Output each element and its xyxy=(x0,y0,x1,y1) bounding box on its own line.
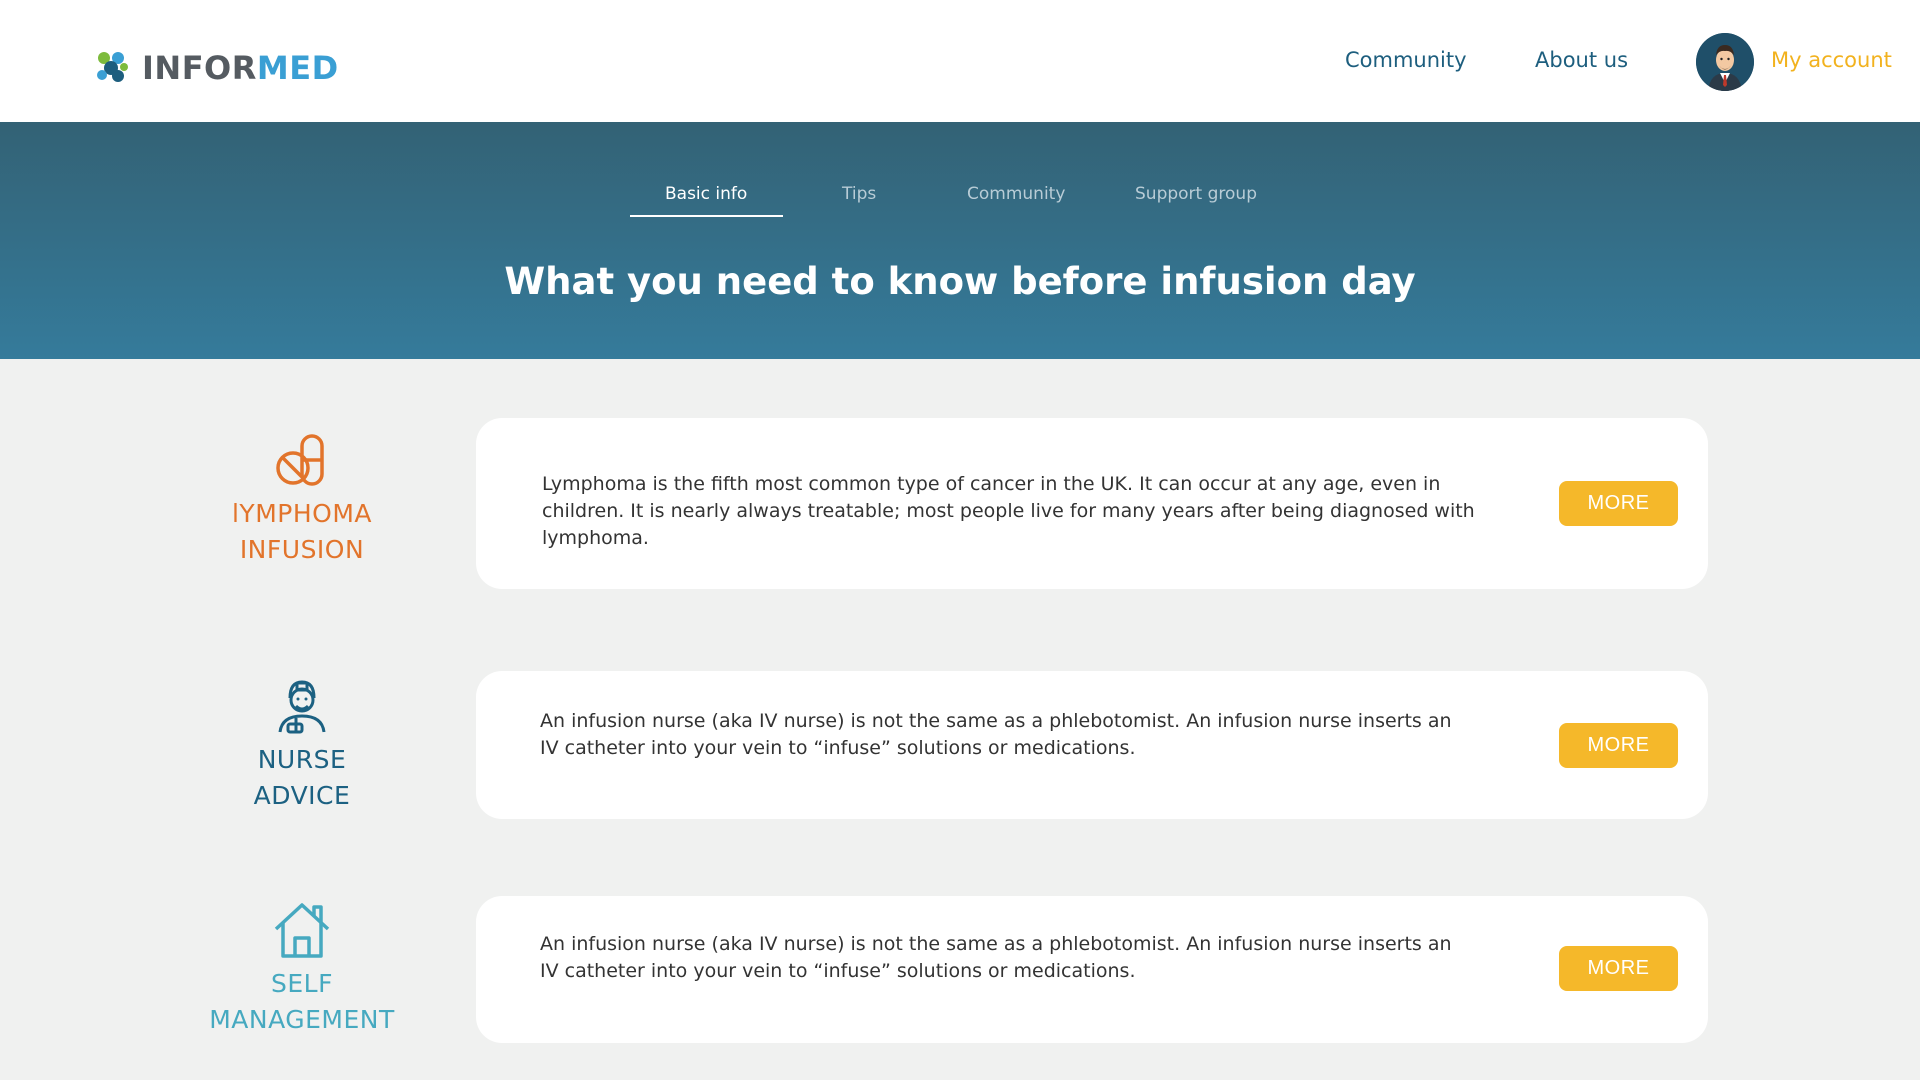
tab-basic-info[interactable]: Basic info xyxy=(665,184,747,204)
category-label-line1: SELF xyxy=(271,969,333,998)
logo[interactable]: INFORMED xyxy=(92,48,339,88)
nav-community-link[interactable]: Community xyxy=(1345,48,1467,72)
card-text: An infusion nurse (aka IV nurse) is not … xyxy=(540,933,1452,982)
category-label: lYMPHOMA INFUSION xyxy=(192,496,412,568)
pill-icon xyxy=(276,434,324,486)
more-button[interactable]: MORE xyxy=(1559,723,1678,768)
nav-about-link[interactable]: About us xyxy=(1535,48,1628,72)
logo-text: INFORMED xyxy=(142,49,339,87)
category-label-line2: MANAGEMENT xyxy=(209,1005,395,1034)
page-title: What you need to know before infusion da… xyxy=(504,260,1416,303)
home-icon xyxy=(274,903,330,958)
logo-text-med: MED xyxy=(256,49,339,87)
active-tab-indicator xyxy=(630,215,783,217)
logo-icon xyxy=(97,52,128,82)
category-label-line2: ADVICE xyxy=(253,781,351,810)
hero-banner: Basic info Tips Community Support group … xyxy=(0,122,1920,359)
info-card: Lymphoma is the fifth most common type o… xyxy=(476,418,1708,589)
tab-community[interactable]: Community xyxy=(967,184,1065,204)
category-lymphoma-infusion[interactable]: lYMPHOMA INFUSION xyxy=(192,432,412,568)
tab-support-group[interactable]: Support group xyxy=(1135,184,1257,204)
logo-text-infor: INFOR xyxy=(142,49,257,87)
more-button[interactable]: MORE xyxy=(1559,481,1678,526)
category-self-management[interactable]: SELF MANAGEMENT xyxy=(192,902,412,1038)
tab-tips[interactable]: Tips xyxy=(842,184,876,204)
category-label-line1: lYMPHOMA xyxy=(231,499,372,528)
my-account-link[interactable]: My account xyxy=(1771,48,1892,72)
info-card: An infusion nurse (aka IV nurse) is not … xyxy=(476,896,1708,1043)
more-button[interactable]: MORE xyxy=(1559,946,1678,991)
category-label: SELF MANAGEMENT xyxy=(192,966,412,1038)
category-nurse-advice[interactable]: NURSE ADVICE xyxy=(192,678,412,814)
info-card: An infusion nurse (aka IV nurse) is not … xyxy=(476,671,1708,819)
nurse-icon xyxy=(278,680,326,734)
card-text: Lymphoma is the fifth most common type o… xyxy=(542,473,1475,549)
user-avatar-icon xyxy=(1696,33,1754,91)
category-label-line2: INFUSION xyxy=(239,535,365,564)
card-text: An infusion nurse (aka IV nurse) is not … xyxy=(540,710,1452,759)
category-label: NURSE ADVICE xyxy=(192,742,412,814)
category-label-line1: NURSE xyxy=(257,745,347,774)
top-header: INFORMED Community About us My account xyxy=(0,0,1920,122)
avatar[interactable] xyxy=(1696,33,1754,91)
